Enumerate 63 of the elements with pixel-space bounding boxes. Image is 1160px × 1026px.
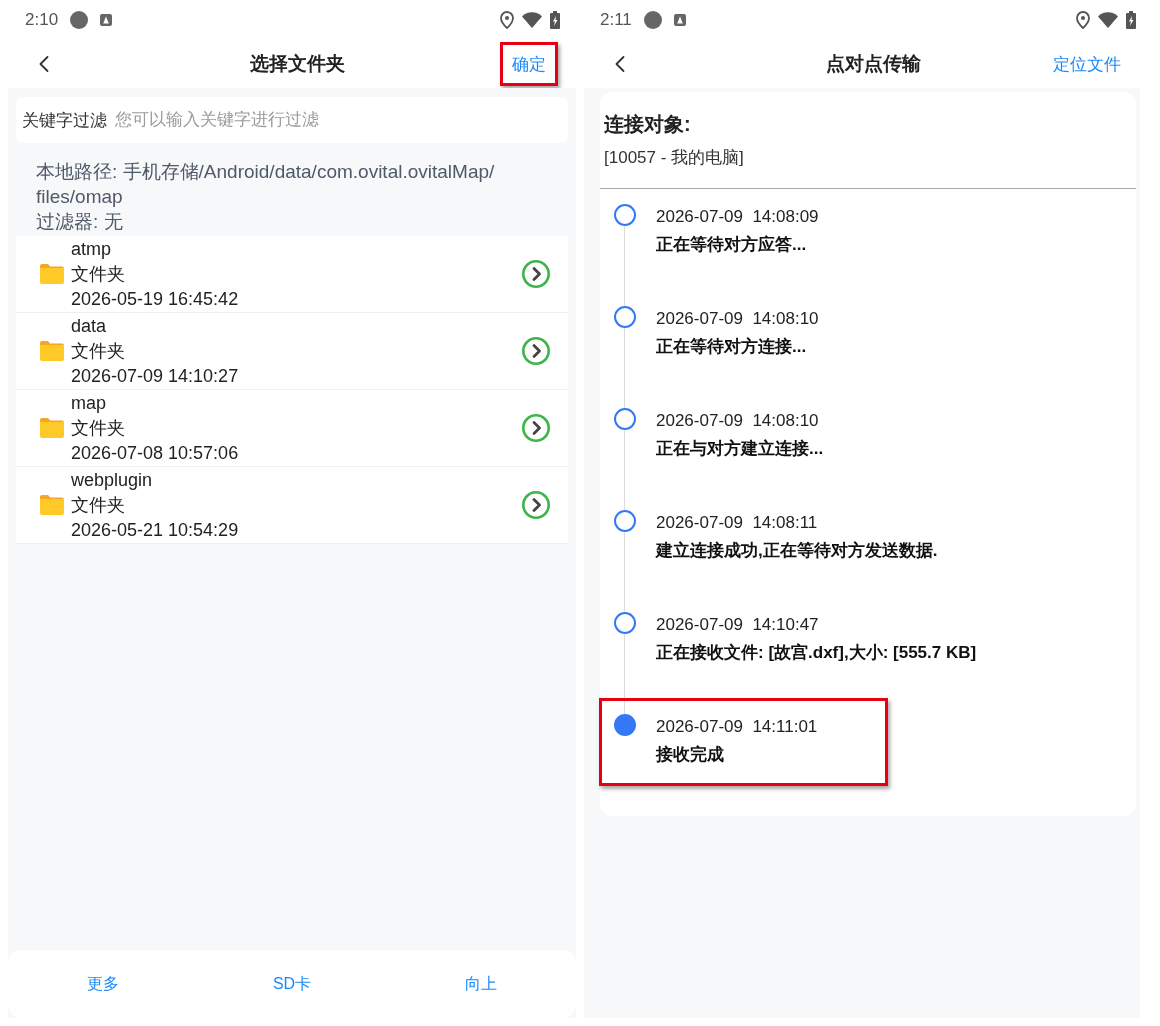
circle-icon [643, 11, 662, 29]
back-button[interactable] [37, 54, 51, 74]
peer-name: [10057 - 我的电脑] [604, 147, 744, 169]
confirm-button[interactable]: 确定 [500, 42, 558, 86]
circle-icon [70, 11, 89, 29]
chevron-right-circle-icon[interactable] [522, 491, 550, 519]
location-pin-icon [1076, 11, 1090, 29]
chevron-right-circle-icon[interactable] [522, 260, 550, 288]
folder-modified-time: 2026-05-19 16:45:42 [71, 287, 239, 311]
event-message: 正在接收文件: [故宫.dxf],大小: [555.7 KB] [656, 642, 977, 664]
back-button[interactable] [613, 54, 627, 74]
back-icon [615, 56, 625, 72]
event-time: 2026-07-09 14:11:01 [656, 716, 818, 738]
toolbar-button[interactable]: 向上 [457, 967, 506, 1001]
screen-title: 点对点传输 [825, 52, 921, 76]
event-message: 建立连接成功,正在等待对方发送数据. [656, 540, 938, 562]
back-icon [39, 56, 49, 72]
folder-modified-time: 2026-05-21 10:54:29 [71, 518, 239, 542]
folder-icon [40, 418, 64, 438]
battery-charging-icon [1126, 11, 1136, 29]
keyword-filter-field[interactable]: 关键字过滤 您可以输入关键字进行过滤 [16, 97, 568, 143]
folder-modified-time: 2026-07-09 14:10:27 [71, 364, 239, 388]
folder-icon [40, 264, 64, 284]
filter-label: 关键字过滤 [22, 109, 107, 132]
status-time: 2:10 [25, 10, 59, 30]
folder-type: 文件夹 [71, 339, 125, 363]
locate-file-button[interactable]: 定位文件 [1041, 42, 1133, 86]
wifi-icon [522, 12, 542, 28]
event-message: 正在等待对方应答... [656, 234, 807, 256]
folder-type: 文件夹 [71, 493, 125, 517]
event-time: 2026-07-09 14:08:11 [656, 512, 818, 534]
folder-type: 文件夹 [71, 416, 125, 440]
event-message: 正在等待对方连接... [656, 336, 807, 358]
chevron-right-circle-icon[interactable] [522, 337, 550, 365]
keyword-input[interactable]: 您可以输入关键字进行过滤 [115, 107, 562, 133]
folder-name: webplugin [71, 468, 153, 492]
location-pin-icon [500, 11, 514, 29]
folder-type: 文件夹 [71, 262, 125, 286]
status-time: 2:11 [600, 10, 632, 30]
wifi-icon [1098, 12, 1118, 28]
folder-row[interactable]: webplugin 文件夹 2026-05-21 10:54:29 [16, 467, 568, 544]
event-message: 接收完成 [656, 744, 724, 766]
event-time: 2026-07-09 14:08:10 [656, 410, 819, 432]
toolbar-button[interactable]: 更多 [78, 967, 127, 1001]
event-time: 2026-07-09 14:10:47 [656, 614, 819, 636]
event-message: 正在与对方建立连接... [656, 438, 824, 460]
notification-icon [673, 14, 686, 26]
battery-charging-icon [550, 11, 560, 29]
folder-icon [40, 495, 64, 515]
event-time: 2026-07-09 14:08:09 [656, 206, 819, 228]
folder-modified-time: 2026-07-08 10:57:06 [71, 441, 239, 465]
folder-icon [40, 341, 64, 361]
folder-name: map [71, 391, 106, 415]
folder-name: atmp [71, 237, 112, 261]
event-time: 2026-07-09 14:08:10 [656, 308, 819, 330]
chevron-right-circle-icon[interactable] [522, 414, 550, 442]
filter-status-text: 过滤器: 无 [36, 210, 124, 234]
local-path-text: 本地路径: 手机存储/Android/data/com.ovital.ovitalMap/files/omap [36, 160, 496, 209]
folder-name: data [71, 314, 107, 338]
notification-icon [100, 14, 113, 26]
screen-title: 选择文件夹 [250, 52, 345, 76]
toolbar-button[interactable]: SD卡 [264, 967, 320, 1001]
connection-heading: 连接对象: [604, 112, 691, 137]
